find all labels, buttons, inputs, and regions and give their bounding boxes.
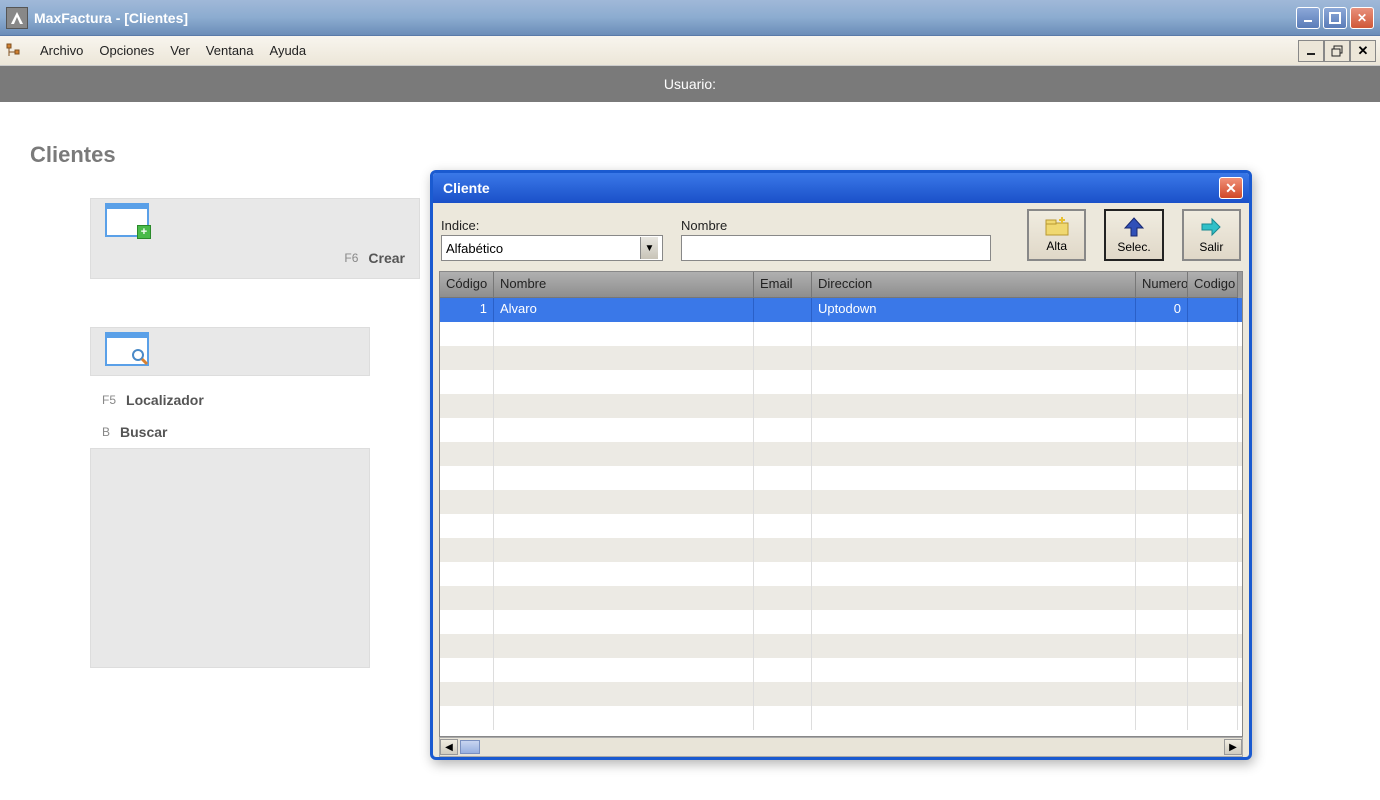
col-email[interactable]: Email bbox=[754, 272, 812, 298]
user-bar: Usuario: bbox=[0, 66, 1380, 102]
menu-ayuda-label: Ayuda bbox=[270, 43, 307, 58]
table-row[interactable]: 1 Alvaro Uptodown 0 bbox=[440, 298, 1242, 322]
nombre-group: Nombre bbox=[681, 218, 991, 261]
scroll-right-button[interactable]: ▶ bbox=[1224, 739, 1242, 755]
selec-button[interactable]: Selec. bbox=[1104, 209, 1163, 261]
indice-select[interactable]: Alfabético ▼ bbox=[441, 235, 663, 261]
scroll-left-button[interactable]: ◀ bbox=[440, 739, 458, 755]
crear-label: Crear bbox=[368, 250, 405, 266]
horizontal-scrollbar[interactable]: ◀ ▶ bbox=[439, 737, 1243, 757]
col-codigo2[interactable]: Codigo bbox=[1188, 272, 1238, 298]
titlebar-controls: ✕ bbox=[1296, 7, 1374, 29]
buscar-key: B bbox=[102, 425, 110, 439]
buscar-label: Buscar bbox=[120, 424, 167, 440]
menu-archivo-label: Archivo bbox=[40, 43, 83, 58]
dialog-title: Cliente bbox=[439, 180, 1219, 196]
dialog-titlebar[interactable]: Cliente ✕ bbox=[433, 173, 1249, 203]
nombre-label: Nombre bbox=[681, 218, 991, 233]
dialog-close-button[interactable]: ✕ bbox=[1219, 177, 1243, 199]
grid-header: Código Nombre Email Direccion Numero Cod… bbox=[440, 272, 1242, 298]
user-label: Usuario: bbox=[664, 76, 716, 92]
scroll-thumb[interactable] bbox=[460, 740, 480, 754]
menu-opciones[interactable]: Opciones bbox=[91, 39, 162, 62]
localizador-key: F5 bbox=[102, 393, 116, 407]
menu-ver[interactable]: Ver bbox=[162, 39, 198, 62]
menu-ventana-label: Ventana bbox=[206, 43, 254, 58]
crear-key: F6 bbox=[344, 251, 358, 265]
app-icon bbox=[6, 7, 28, 29]
salir-button[interactable]: Salir bbox=[1182, 209, 1241, 261]
cell-email bbox=[754, 298, 812, 322]
menubar: Archivo Opciones Ver Ventana Ayuda ✕ bbox=[0, 36, 1380, 66]
page-title: Clientes bbox=[30, 142, 1380, 168]
maximize-button[interactable] bbox=[1323, 7, 1347, 29]
salir-label: Salir bbox=[1199, 240, 1223, 254]
mdi-close-button[interactable]: ✕ bbox=[1350, 40, 1376, 62]
cell-codigo: 1 bbox=[440, 298, 494, 322]
dialog-toolbar: Indice: Alfabético ▼ Nombre Alta Selec. bbox=[433, 203, 1249, 267]
selec-label: Selec. bbox=[1117, 240, 1150, 254]
plus-icon: + bbox=[137, 225, 151, 239]
localizador-label: Localizador bbox=[126, 392, 204, 408]
mdi-minimize-button[interactable] bbox=[1298, 40, 1324, 62]
window-title: MaxFactura - [Clientes] bbox=[34, 10, 1296, 26]
action-crear[interactable]: + F6 Crear bbox=[90, 198, 420, 279]
new-window-icon: + bbox=[105, 203, 149, 237]
alta-label: Alta bbox=[1046, 239, 1067, 253]
cell-codigo2 bbox=[1188, 298, 1238, 322]
action-localizador-block bbox=[90, 327, 370, 376]
grid-body[interactable]: 1 Alvaro Uptodown 0 bbox=[440, 298, 1242, 736]
cliente-dialog: Cliente ✕ Indice: Alfabético ▼ Nombre Al… bbox=[430, 170, 1252, 760]
menu-archivo[interactable]: Archivo bbox=[32, 39, 91, 62]
col-direccion[interactable]: Direccion bbox=[812, 272, 1136, 298]
menu-ventana[interactable]: Ventana bbox=[198, 39, 262, 62]
alta-button[interactable]: Alta bbox=[1027, 209, 1086, 261]
chevron-down-icon: ▼ bbox=[640, 237, 658, 259]
mdi-controls: ✕ bbox=[1298, 40, 1376, 62]
magnifier-icon bbox=[131, 348, 149, 366]
arrow-right-icon bbox=[1200, 216, 1222, 238]
menu-opciones-label: Opciones bbox=[99, 43, 154, 58]
cell-direccion: Uptodown bbox=[812, 298, 1136, 322]
indice-label: Indice: bbox=[441, 218, 663, 233]
close-button[interactable]: ✕ bbox=[1350, 7, 1374, 29]
col-nombre[interactable]: Nombre bbox=[494, 272, 754, 298]
nombre-input[interactable] bbox=[681, 235, 991, 261]
menu-ver-label: Ver bbox=[170, 43, 190, 58]
indice-group: Indice: Alfabético ▼ bbox=[441, 218, 663, 261]
indice-value: Alfabético bbox=[446, 241, 503, 256]
clients-grid: Código Nombre Email Direccion Numero Cod… bbox=[439, 271, 1243, 737]
main-titlebar: MaxFactura - [Clientes] ✕ bbox=[0, 0, 1380, 36]
cell-numero: 0 bbox=[1136, 298, 1188, 322]
search-window-icon bbox=[105, 332, 149, 366]
cell-nombre: Alvaro bbox=[494, 298, 754, 322]
menu-ayuda[interactable]: Ayuda bbox=[262, 39, 315, 62]
arrow-up-icon bbox=[1123, 216, 1145, 238]
side-panel: + F6 Crear F5 Localizador B Buscar bbox=[90, 198, 430, 668]
folder-icon bbox=[1044, 217, 1070, 237]
mdi-restore-button[interactable] bbox=[1324, 40, 1350, 62]
action-buscar[interactable]: B Buscar bbox=[90, 416, 430, 448]
tree-icon bbox=[4, 41, 24, 61]
col-numero[interactable]: Numero bbox=[1136, 272, 1188, 298]
minimize-button[interactable] bbox=[1296, 7, 1320, 29]
action-localizador[interactable]: F5 Localizador bbox=[90, 384, 430, 416]
col-codigo[interactable]: Código bbox=[440, 272, 494, 298]
